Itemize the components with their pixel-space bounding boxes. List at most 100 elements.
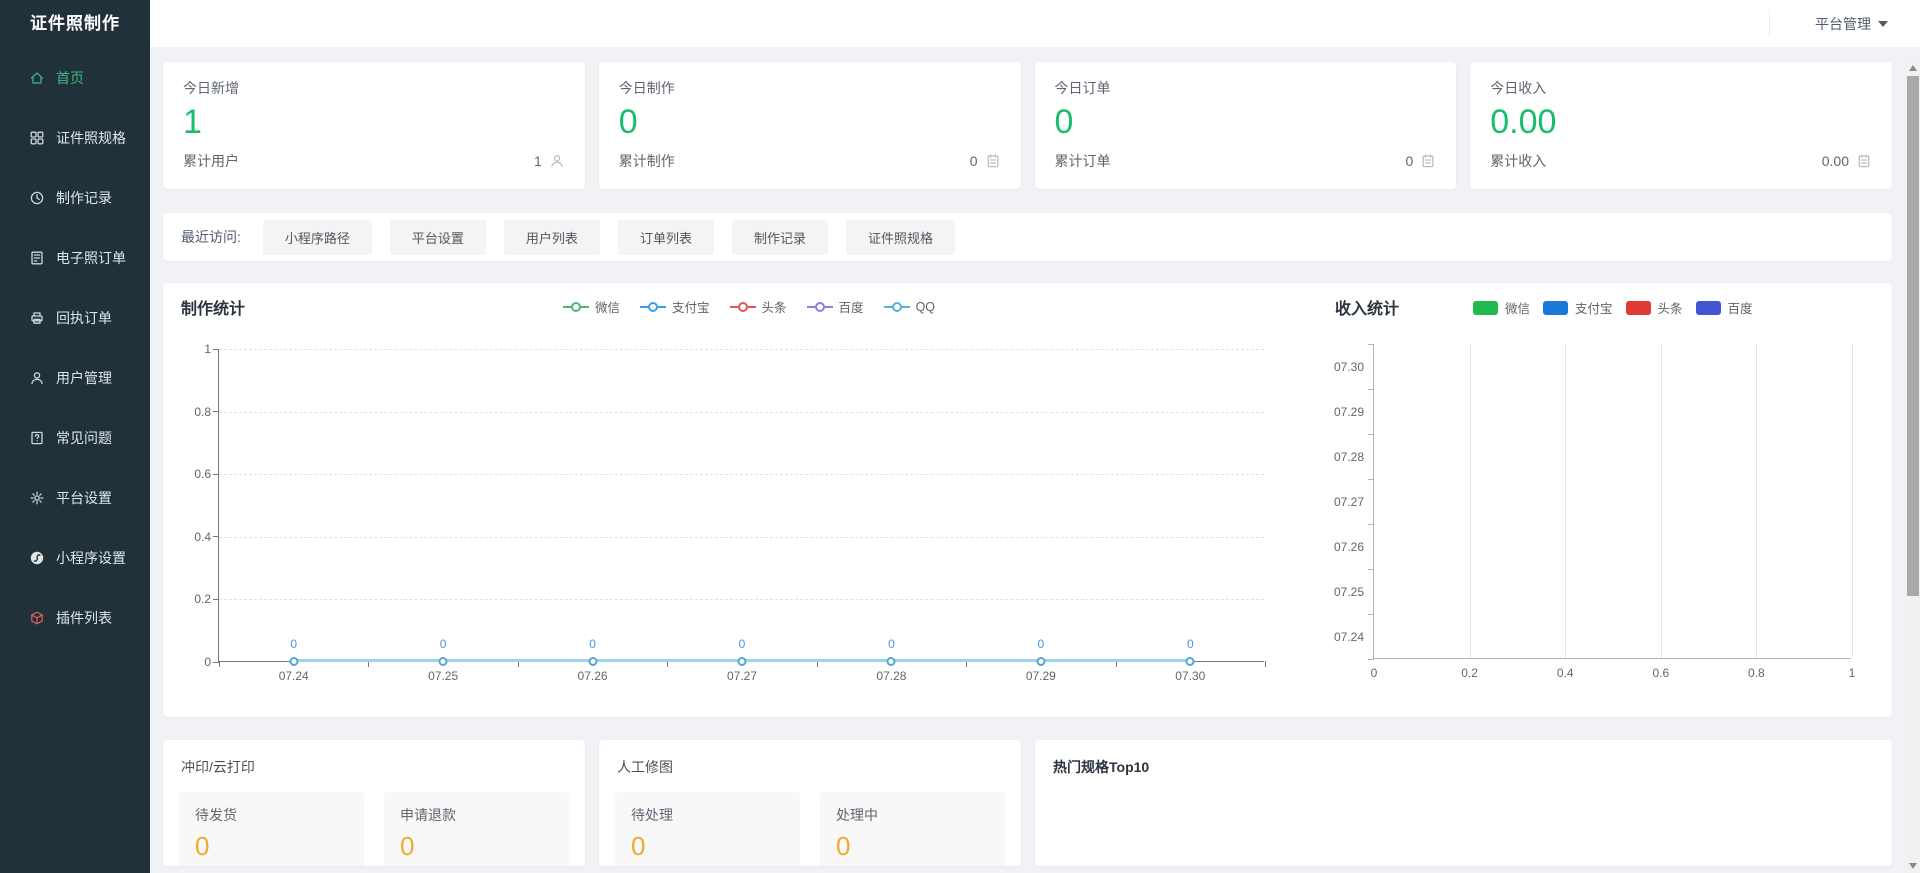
y-axis-tick-label: 0.6	[173, 467, 211, 481]
x-axis-tick	[219, 661, 220, 667]
y-axis-tick-label: 0.4	[173, 530, 211, 544]
legend-item-百度[interactable]: 百度	[1696, 298, 1753, 317]
legend-swatch	[1626, 301, 1651, 315]
printer-icon	[28, 310, 45, 327]
legend-item-支付宝[interactable]: 支付宝	[640, 297, 710, 316]
stat-today-label: 今日收入	[1490, 78, 1872, 98]
spec-grid-icon	[28, 130, 45, 147]
sidebar-item-1[interactable]: 证件照规格	[0, 108, 150, 168]
x-axis-tick-label: 07.25	[428, 669, 458, 683]
charts-card: 制作统计 微信支付宝头条百度QQ 10.80.60.40.2007.2407.2…	[163, 283, 1892, 717]
x-axis-tick-label: 0.6	[1652, 666, 1669, 680]
legend-item-微信[interactable]: 微信	[563, 297, 620, 316]
legend-label: 微信	[595, 297, 620, 316]
line-legend-marker	[563, 302, 589, 312]
sidebar-item-5[interactable]: 用户管理	[0, 348, 150, 408]
sidebar-item-9[interactable]: 插件列表	[0, 588, 150, 648]
y-axis-tick	[1368, 479, 1374, 480]
stat-today-value: 0	[1055, 102, 1437, 143]
sidebar-item-0[interactable]: 首页	[0, 48, 150, 108]
gridline	[219, 412, 1264, 413]
clock-icon	[28, 190, 45, 207]
sidebar-item-label: 插件列表	[56, 608, 112, 628]
recent-link-3[interactable]: 订单列表	[618, 220, 714, 255]
scrollbar-thumb[interactable]	[1907, 76, 1919, 596]
sidebar-item-3[interactable]: 电子照订单	[0, 228, 150, 288]
x-axis-tick-label: 07.30	[1175, 669, 1205, 683]
gridline	[219, 349, 1264, 350]
bottom-card-title: 人工修图	[599, 740, 1021, 777]
sub-boxes: 待发货0申请退款0	[179, 792, 569, 866]
sidebar-item-2[interactable]: 制作记录	[0, 168, 150, 228]
y-axis-tick	[213, 349, 219, 350]
income-bar-chart: 07.3007.2907.2807.2707.2607.2507.2400.20…	[1373, 344, 1851, 659]
stat-today-label: 今日新增	[183, 78, 565, 98]
line-legend-marker	[640, 302, 666, 312]
sidebar-item-4[interactable]: 回执订单	[0, 288, 150, 348]
recent-visits-label: 最近访问:	[181, 227, 241, 247]
sub-stat-box: 待处理0	[615, 792, 800, 866]
gridline	[1852, 344, 1853, 658]
scrollbar-up-icon[interactable]	[1909, 65, 1917, 71]
stat-card-1: 今日制作0累计制作0	[599, 62, 1021, 189]
data-point-label: 0	[1187, 637, 1194, 651]
bottom-card-1: 人工修图待处理0 处理中0	[599, 740, 1021, 866]
legend-item-微信[interactable]: 微信	[1473, 298, 1530, 317]
stat-today-value: 0.00	[1490, 102, 1872, 143]
sidebar-item-label: 首页	[56, 68, 84, 88]
recent-link-4[interactable]: 制作记录	[732, 220, 828, 255]
recent-link-1[interactable]: 平台设置	[390, 220, 486, 255]
legend-item-QQ[interactable]: QQ	[884, 300, 935, 314]
y-axis-category-label: 07.24	[1318, 630, 1364, 644]
y-axis-category-label: 07.26	[1318, 540, 1364, 554]
y-axis-tick	[213, 536, 219, 537]
legend-label: 头条	[1658, 298, 1683, 317]
legend-circle	[738, 302, 748, 312]
sidebar-item-6[interactable]: 常见问题	[0, 408, 150, 468]
production-chart-title: 制作统计	[181, 295, 245, 319]
users-icon	[28, 370, 45, 387]
y-axis-tick	[1368, 524, 1374, 525]
data-point	[1036, 657, 1045, 666]
user-menu-dropdown[interactable]: 平台管理	[1815, 0, 1888, 47]
legend-label: 百度	[839, 297, 864, 316]
y-axis-tick	[213, 411, 219, 412]
clipboard-icon	[1856, 153, 1872, 169]
recent-link-5[interactable]: 证件照规格	[846, 220, 955, 255]
sidebar-item-label: 制作记录	[56, 188, 112, 208]
sidebar-item-8[interactable]: 小程序设置	[0, 528, 150, 588]
data-point-label: 0	[1038, 637, 1045, 651]
sub-stat-box: 处理中0	[820, 792, 1005, 866]
stat-total-value: 0	[970, 153, 978, 169]
y-axis-category-label: 07.29	[1318, 405, 1364, 419]
legend-item-头条[interactable]: 头条	[730, 297, 787, 316]
data-point	[289, 657, 298, 666]
y-axis-tick	[1368, 434, 1374, 435]
recent-link-2[interactable]: 用户列表	[504, 220, 600, 255]
data-point	[738, 657, 747, 666]
y-axis-tick	[1368, 569, 1374, 570]
sub-stat-label: 申请退款	[400, 805, 553, 825]
chevron-down-icon	[1878, 21, 1888, 27]
stat-total-label: 累计订单	[1055, 151, 1111, 171]
recent-link-0[interactable]: 小程序路径	[263, 220, 372, 255]
bottom-card-2: 热门规格Top10	[1035, 740, 1892, 866]
legend-swatch	[1696, 301, 1721, 315]
stat-total-row: 累计订单0	[1055, 151, 1437, 171]
legend-circle	[815, 302, 825, 312]
scrollbar-down-icon[interactable]	[1909, 863, 1917, 869]
legend-item-支付宝[interactable]: 支付宝	[1543, 298, 1613, 317]
legend-item-头条[interactable]: 头条	[1626, 298, 1683, 317]
legend-item-百度[interactable]: 百度	[807, 297, 864, 316]
legend-label: 支付宝	[672, 297, 710, 316]
line-legend-marker	[884, 302, 910, 312]
recent-visits-card: 最近访问: 小程序路径平台设置用户列表订单列表制作记录证件照规格	[163, 213, 1892, 261]
sidebar-item-7[interactable]: 平台设置	[0, 468, 150, 528]
gridline	[219, 474, 1264, 475]
vertical-scrollbar[interactable]	[1906, 60, 1920, 873]
sidebar-item-label: 证件照规格	[56, 128, 126, 148]
gridline	[219, 599, 1264, 600]
y-axis-tick-label: 0	[173, 655, 211, 669]
topbar: 平台管理	[150, 0, 1920, 47]
stat-card-2: 今日订单0累计订单0	[1035, 62, 1457, 189]
